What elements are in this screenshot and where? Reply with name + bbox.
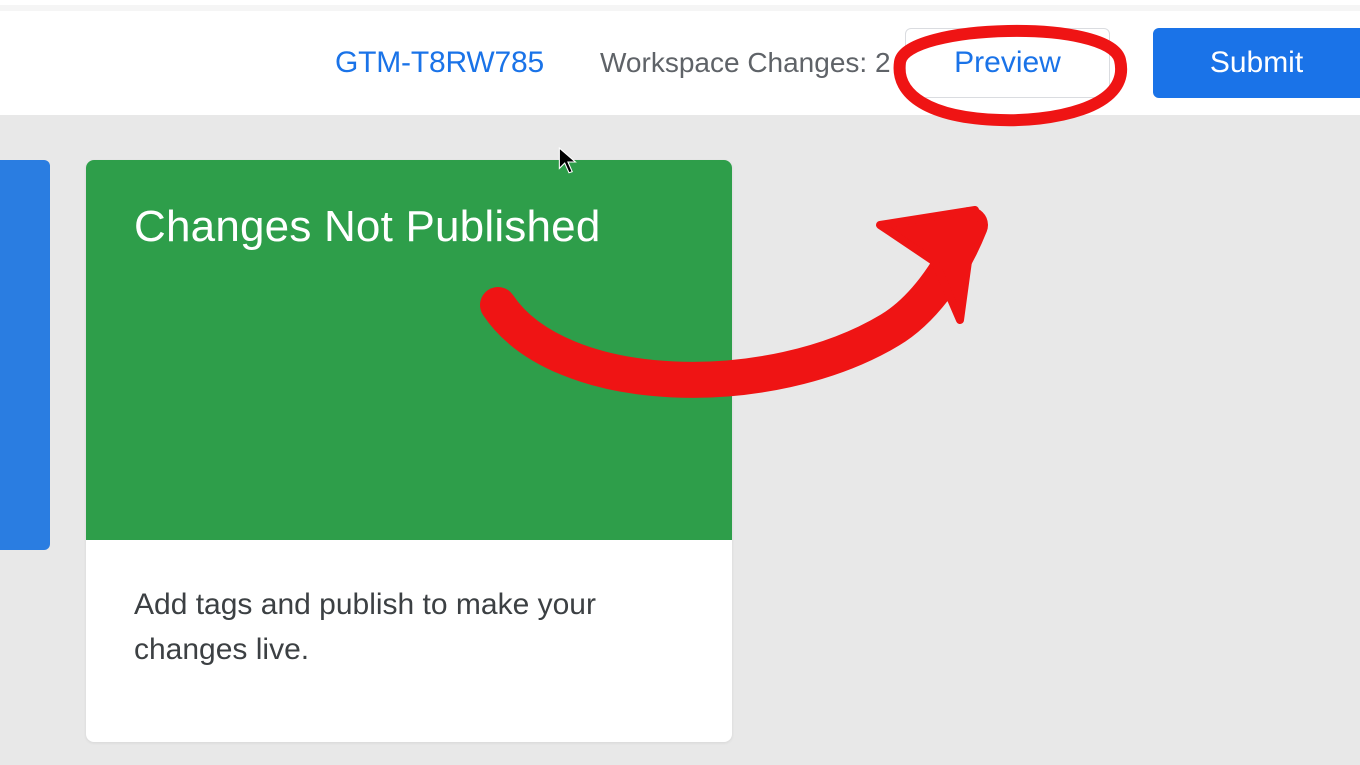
workspace-changes-label[interactable]: Workspace Changes: 2 (600, 47, 891, 79)
top-header-bar: GTM-T8RW785 Workspace Changes: 2 Preview… (0, 11, 1360, 115)
card-header: Changes Not Published (86, 160, 732, 540)
left-card-sliver (0, 160, 50, 550)
changes-not-published-card: Changes Not Published Add tags and publi… (86, 160, 732, 742)
card-body: Add tags and publish to make your change… (86, 540, 732, 742)
card-body-text: Add tags and publish to make your change… (134, 582, 684, 672)
submit-button[interactable]: Submit (1153, 28, 1360, 98)
card-title: Changes Not Published (134, 202, 684, 252)
preview-button[interactable]: Preview (905, 28, 1110, 98)
container-id-link[interactable]: GTM-T8RW785 (335, 46, 544, 80)
main-content-area: Changes Not Published Add tags and publi… (0, 115, 1360, 765)
